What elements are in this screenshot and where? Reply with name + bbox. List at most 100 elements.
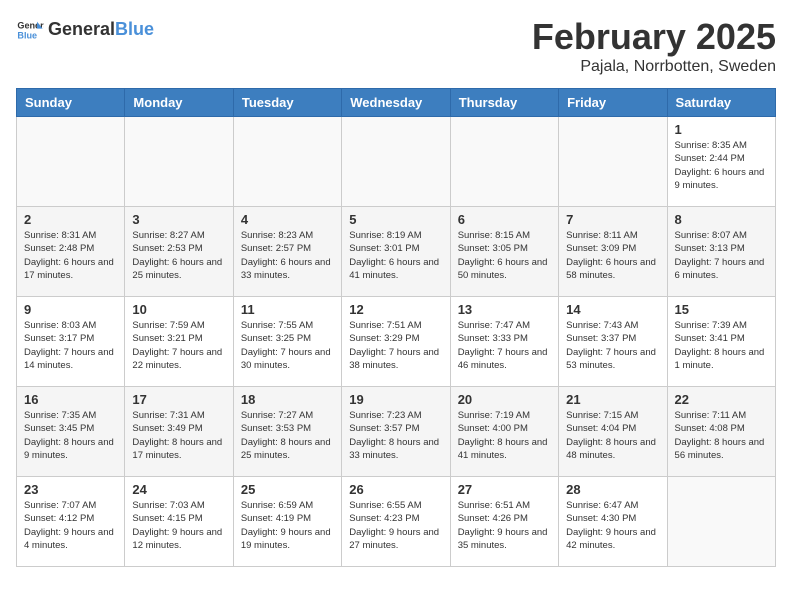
calendar-cell: 3Sunrise: 8:27 AM Sunset: 2:53 PM Daylig… xyxy=(125,207,233,297)
day-info: Sunrise: 8:23 AM Sunset: 2:57 PM Dayligh… xyxy=(241,229,334,282)
day-number: 16 xyxy=(24,392,117,407)
calendar-cell: 21 Sunrise: 7:15 AM Sunset: 4:04 PM Dayli… xyxy=(559,387,667,477)
day-info: Sunrise: 6:59 AM Sunset: 4:19 PM Dayligh… xyxy=(241,499,334,552)
day-number: 14 xyxy=(566,302,659,317)
day-number: 5 xyxy=(349,212,442,227)
day-number: 12 xyxy=(349,302,442,317)
day-number: 2 xyxy=(24,212,117,227)
calendar-cell: 27 Sunrise: 6:51 AM Sunset: 4:26 PM Dayli… xyxy=(450,477,558,567)
calendar-cell: 5 Sunrise: 8:19 AM Sunset: 3:01 PM Daylig… xyxy=(342,207,450,297)
day-info: Sunrise: 8:07 AM Sunset: 3:13 PM Dayligh… xyxy=(675,229,768,282)
page-header: General Blue GeneralBlue February 2025 P… xyxy=(16,16,776,76)
calendar-cell: 19Sunrise: 7:23 AM Sunset: 3:57 PM Dayli… xyxy=(342,387,450,477)
calendar-cell: 4 Sunrise: 8:23 AM Sunset: 2:57 PM Daylig… xyxy=(233,207,341,297)
day-number: 26 xyxy=(349,482,442,497)
week-row-1: 1 Sunrise: 8:35 AM Sunset: 2:44 PM Daylig… xyxy=(17,117,776,207)
day-number: 10 xyxy=(132,302,225,317)
calendar-cell: 6 Sunrise: 8:15 AM Sunset: 3:05 PM Daylig… xyxy=(450,207,558,297)
calendar-cell: 1 Sunrise: 8:35 AM Sunset: 2:44 PM Daylig… xyxy=(667,117,775,207)
day-info: Sunrise: 7:15 AM Sunset: 4:04 PM Dayligh… xyxy=(566,409,659,462)
day-number: 19 xyxy=(349,392,442,407)
day-number: 11 xyxy=(241,302,334,317)
weekday-header-monday: Monday xyxy=(125,89,233,117)
logo-blue: Blue xyxy=(115,19,154,39)
day-number: 4 xyxy=(241,212,334,227)
day-info: Sunrise: 8:15 AM Sunset: 3:05 PM Dayligh… xyxy=(458,229,551,282)
logo-general: General xyxy=(48,19,115,39)
day-number: 13 xyxy=(458,302,551,317)
day-info: Sunrise: 7:51 AM Sunset: 3:29 PM Dayligh… xyxy=(349,319,442,372)
calendar-cell: 23 Sunrise: 7:07 AM Sunset: 4:12 PM Dayli… xyxy=(17,477,125,567)
calendar-cell: 2 Sunrise: 8:31 AM Sunset: 2:48 PM Daylig… xyxy=(17,207,125,297)
day-info: Sunrise: 7:55 AM Sunset: 3:25 PM Dayligh… xyxy=(241,319,334,372)
weekday-header-row: SundayMondayTuesdayWednesdayThursdayFrid… xyxy=(17,89,776,117)
calendar-cell: 12 Sunrise: 7:51 AM Sunset: 3:29 PM Dayli… xyxy=(342,297,450,387)
day-number: 18 xyxy=(241,392,334,407)
day-number: 1 xyxy=(675,122,768,137)
calendar-cell: 8 Sunrise: 8:07 AM Sunset: 3:13 PM Daylig… xyxy=(667,207,775,297)
week-row-5: 23 Sunrise: 7:07 AM Sunset: 4:12 PM Dayli… xyxy=(17,477,776,567)
day-info: Sunrise: 7:31 AM Sunset: 3:49 PM Dayligh… xyxy=(132,409,225,462)
day-info: Sunrise: 8:11 AM Sunset: 3:09 PM Dayligh… xyxy=(566,229,659,282)
day-info: Sunrise: 8:27 AM Sunset: 2:53 PM Dayligh… xyxy=(132,229,225,282)
day-number: 20 xyxy=(458,392,551,407)
weekday-header-wednesday: Wednesday xyxy=(342,89,450,117)
day-info: Sunrise: 6:51 AM Sunset: 4:26 PM Dayligh… xyxy=(458,499,551,552)
location-title: Pajala, Norrbotten, Sweden xyxy=(532,58,776,76)
calendar-cell: 16 Sunrise: 7:35 AM Sunset: 3:45 PM Dayli… xyxy=(17,387,125,477)
weekday-header-saturday: Saturday xyxy=(667,89,775,117)
day-number: 9 xyxy=(24,302,117,317)
day-info: Sunrise: 8:03 AM Sunset: 3:17 PM Dayligh… xyxy=(24,319,117,372)
day-number: 28 xyxy=(566,482,659,497)
day-info: Sunrise: 7:11 AM Sunset: 4:08 PM Dayligh… xyxy=(675,409,768,462)
day-number: 24 xyxy=(132,482,225,497)
calendar-cell: 13Sunrise: 7:47 AM Sunset: 3:33 PM Dayli… xyxy=(450,297,558,387)
day-info: Sunrise: 7:35 AM Sunset: 3:45 PM Dayligh… xyxy=(24,409,117,462)
day-info: Sunrise: 8:31 AM Sunset: 2:48 PM Dayligh… xyxy=(24,229,117,282)
calendar-cell: 25 Sunrise: 6:59 AM Sunset: 4:19 PM Dayli… xyxy=(233,477,341,567)
calendar-cell: 17 Sunrise: 7:31 AM Sunset: 3:49 PM Dayli… xyxy=(125,387,233,477)
weekday-header-friday: Friday xyxy=(559,89,667,117)
day-info: Sunrise: 8:35 AM Sunset: 2:44 PM Dayligh… xyxy=(675,139,768,192)
day-number: 7 xyxy=(566,212,659,227)
calendar-cell: 22Sunrise: 7:11 AM Sunset: 4:08 PM Dayli… xyxy=(667,387,775,477)
calendar-cell: 10Sunrise: 7:59 AM Sunset: 3:21 PM Dayli… xyxy=(125,297,233,387)
calendar-cell xyxy=(342,117,450,207)
day-info: Sunrise: 7:27 AM Sunset: 3:53 PM Dayligh… xyxy=(241,409,334,462)
day-info: Sunrise: 6:47 AM Sunset: 4:30 PM Dayligh… xyxy=(566,499,659,552)
calendar-cell xyxy=(233,117,341,207)
weekday-header-tuesday: Tuesday xyxy=(233,89,341,117)
calendar-cell: 15Sunrise: 7:39 AM Sunset: 3:41 PM Dayli… xyxy=(667,297,775,387)
week-row-2: 2 Sunrise: 8:31 AM Sunset: 2:48 PM Daylig… xyxy=(17,207,776,297)
day-info: Sunrise: 7:07 AM Sunset: 4:12 PM Dayligh… xyxy=(24,499,117,552)
logo-icon: General Blue xyxy=(16,16,44,44)
day-info: Sunrise: 7:43 AM Sunset: 3:37 PM Dayligh… xyxy=(566,319,659,372)
day-number: 21 xyxy=(566,392,659,407)
calendar-cell: 7 Sunrise: 8:11 AM Sunset: 3:09 PM Daylig… xyxy=(559,207,667,297)
day-number: 23 xyxy=(24,482,117,497)
calendar-table: SundayMondayTuesdayWednesdayThursdayFrid… xyxy=(16,88,776,567)
day-info: Sunrise: 7:03 AM Sunset: 4:15 PM Dayligh… xyxy=(132,499,225,552)
calendar-cell xyxy=(125,117,233,207)
day-number: 25 xyxy=(241,482,334,497)
weekday-header-thursday: Thursday xyxy=(450,89,558,117)
day-number: 8 xyxy=(675,212,768,227)
day-number: 17 xyxy=(132,392,225,407)
calendar-cell: 14 Sunrise: 7:43 AM Sunset: 3:37 PM Dayli… xyxy=(559,297,667,387)
calendar-cell: 11 Sunrise: 7:55 AM Sunset: 3:25 PM Dayli… xyxy=(233,297,341,387)
title-section: February 2025 Pajala, Norrbotten, Sweden xyxy=(532,16,776,76)
calendar-body: 1 Sunrise: 8:35 AM Sunset: 2:44 PM Daylig… xyxy=(17,117,776,567)
day-number: 27 xyxy=(458,482,551,497)
calendar-header: SundayMondayTuesdayWednesdayThursdayFrid… xyxy=(17,89,776,117)
day-number: 15 xyxy=(675,302,768,317)
day-number: 6 xyxy=(458,212,551,227)
calendar-cell xyxy=(450,117,558,207)
calendar-cell: 9 Sunrise: 8:03 AM Sunset: 3:17 PM Daylig… xyxy=(17,297,125,387)
calendar-cell: 20Sunrise: 7:19 AM Sunset: 4:00 PM Dayli… xyxy=(450,387,558,477)
calendar-cell xyxy=(17,117,125,207)
week-row-3: 9 Sunrise: 8:03 AM Sunset: 3:17 PM Daylig… xyxy=(17,297,776,387)
week-row-4: 16 Sunrise: 7:35 AM Sunset: 3:45 PM Dayli… xyxy=(17,387,776,477)
svg-text:Blue: Blue xyxy=(17,30,37,40)
calendar-cell xyxy=(667,477,775,567)
day-info: Sunrise: 8:19 AM Sunset: 3:01 PM Dayligh… xyxy=(349,229,442,282)
